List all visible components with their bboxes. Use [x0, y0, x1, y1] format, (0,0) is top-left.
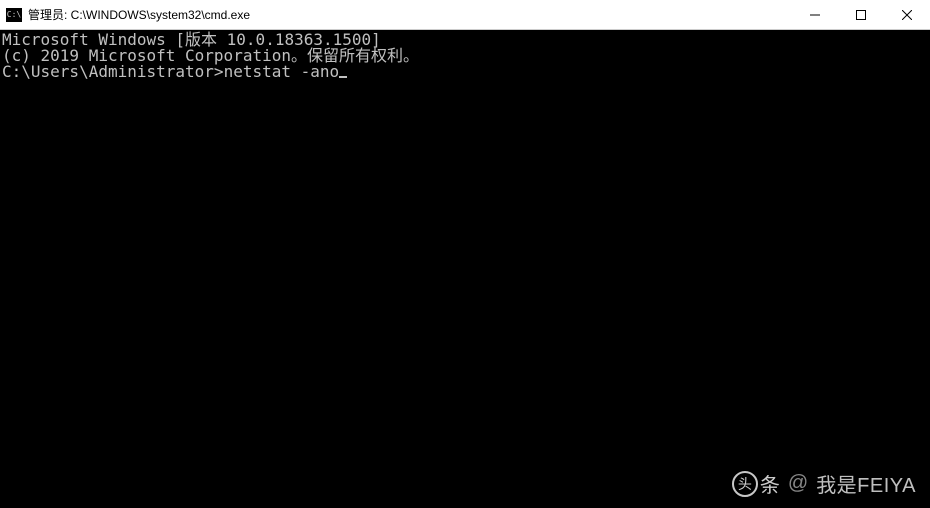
maximize-button[interactable]	[838, 0, 884, 30]
prompt-text: C:\Users\Administrator>	[2, 62, 224, 81]
watermark-username: 我是FEIYA	[816, 469, 916, 498]
terminal-output[interactable]: Microsoft Windows [版本 10.0.18363.1500](c…	[0, 30, 930, 508]
watermark: 头 条 @ 我是FEIYA	[732, 469, 916, 498]
watermark-at: @	[788, 472, 808, 495]
command-input[interactable]: netstat -ano	[224, 62, 340, 81]
titlebar[interactable]: C:\ 管理员: C:\WINDOWS\system32\cmd.exe	[0, 0, 930, 30]
window-title: 管理员: C:\WINDOWS\system32\cmd.exe	[28, 6, 250, 23]
close-button[interactable]	[884, 0, 930, 30]
toutiao-icon: 头	[732, 471, 758, 497]
cmd-icon: C:\	[6, 8, 22, 22]
prompt-line: C:\Users\Administrator>netstat -ano	[2, 64, 930, 80]
minimize-button[interactable]	[792, 0, 838, 30]
watermark-logo-text: 条	[760, 469, 780, 498]
cursor	[339, 76, 347, 78]
watermark-logo: 头 条	[732, 469, 780, 498]
window-controls	[792, 0, 930, 30]
